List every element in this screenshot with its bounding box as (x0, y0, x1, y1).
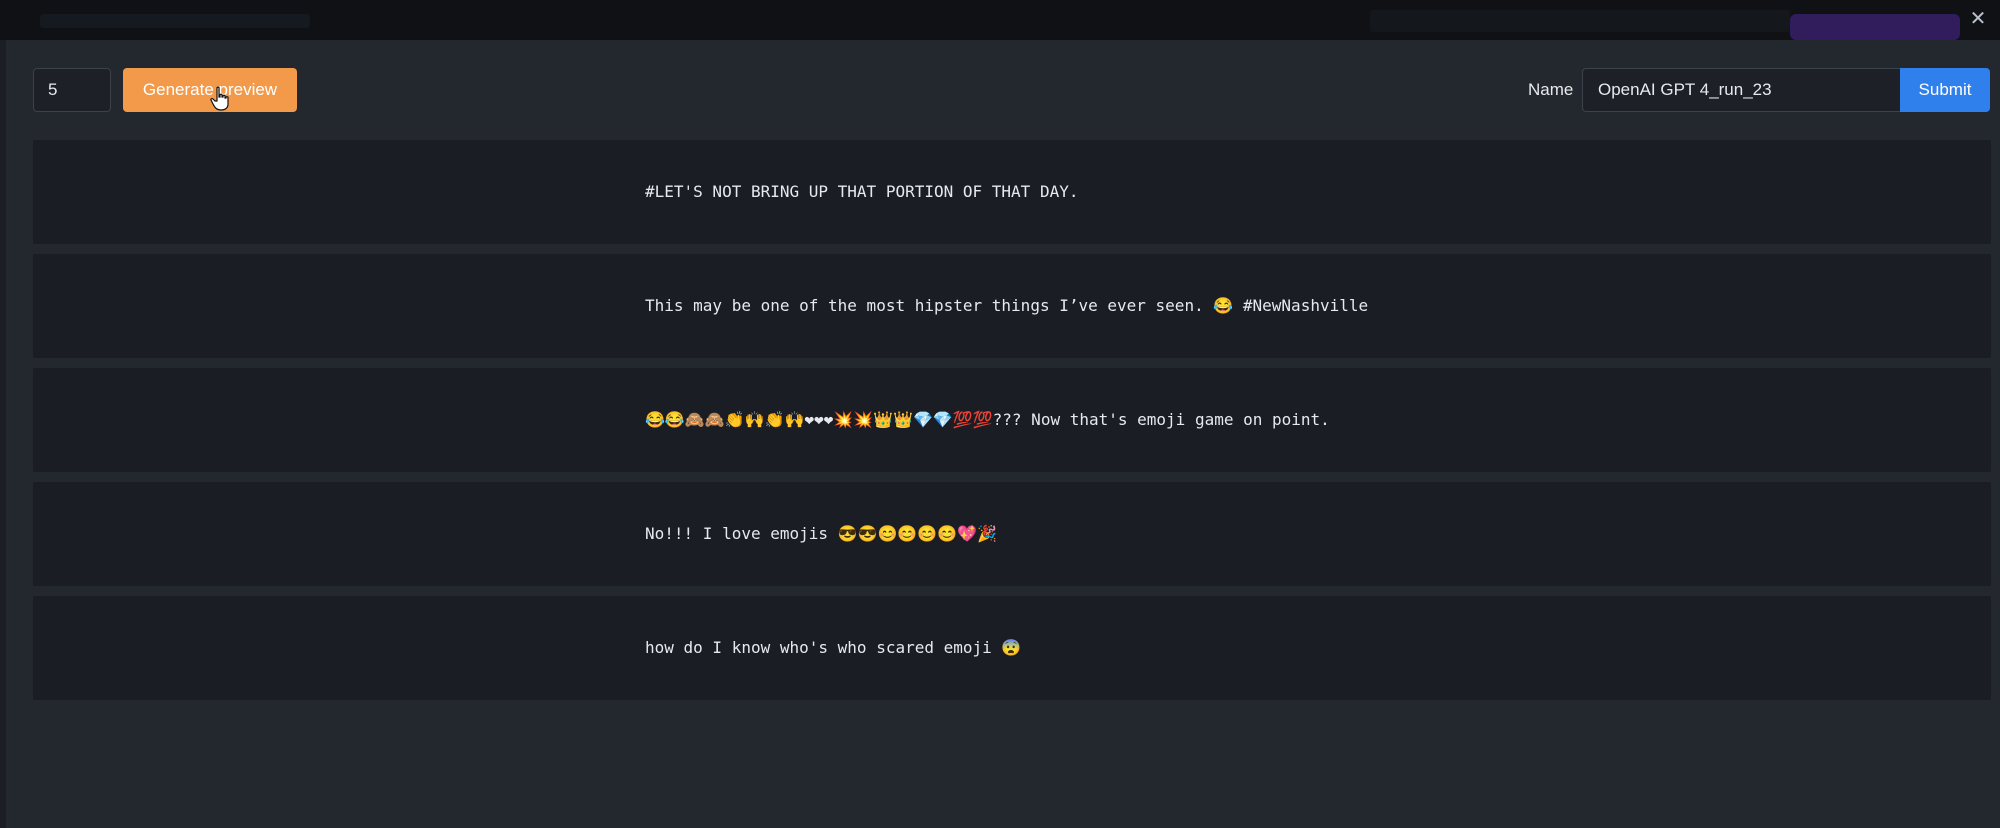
preview-text: This may be one of the most hipster thin… (645, 296, 1369, 315)
preview-row: how do I know who's who scared emoji 😨 (33, 596, 1991, 700)
preview-row: This may be one of the most hipster thin… (33, 254, 1991, 358)
preview-row: 😂😂🙈🙈👏🙌👏🙌❤❤❤💥💥👑👑💎💎💯💯??? Now that's emoji … (33, 368, 1991, 472)
close-icon[interactable]: ✕ (1966, 6, 1990, 30)
name-input[interactable] (1582, 68, 1906, 112)
preview-text: 😂😂🙈🙈👏🙌👏🙌❤❤❤💥💥👑👑💎💎💯💯??? Now that's emoji … (645, 410, 1330, 429)
name-label: Name (1528, 80, 1574, 99)
top-bar: ✕ (0, 0, 2000, 40)
preview-text: No!!! I love emojis 😎😎😊😊😊😊💖🎉 (645, 524, 998, 543)
preview-text: #LET'S NOT BRING UP THAT PORTION OF THAT… (645, 182, 1079, 201)
preview-modal: Generate preview Name Submit #LET'S NOT … (6, 40, 2000, 828)
preview-list: #LET'S NOT BRING UP THAT PORTION OF THAT… (33, 140, 1991, 710)
count-input[interactable] (33, 68, 111, 112)
background-title-blur (40, 14, 310, 28)
background-button-blur (1790, 14, 1960, 40)
background-tab-blur (1370, 10, 1790, 32)
preview-row: #LET'S NOT BRING UP THAT PORTION OF THAT… (33, 140, 1991, 244)
preview-row: No!!! I love emojis 😎😎😊😊😊😊💖🎉 (33, 482, 1991, 586)
hand-pointer-icon (210, 86, 229, 111)
preview-text: how do I know who's who scared emoji 😨 (645, 638, 1022, 657)
submit-button[interactable]: Submit (1900, 68, 1990, 112)
